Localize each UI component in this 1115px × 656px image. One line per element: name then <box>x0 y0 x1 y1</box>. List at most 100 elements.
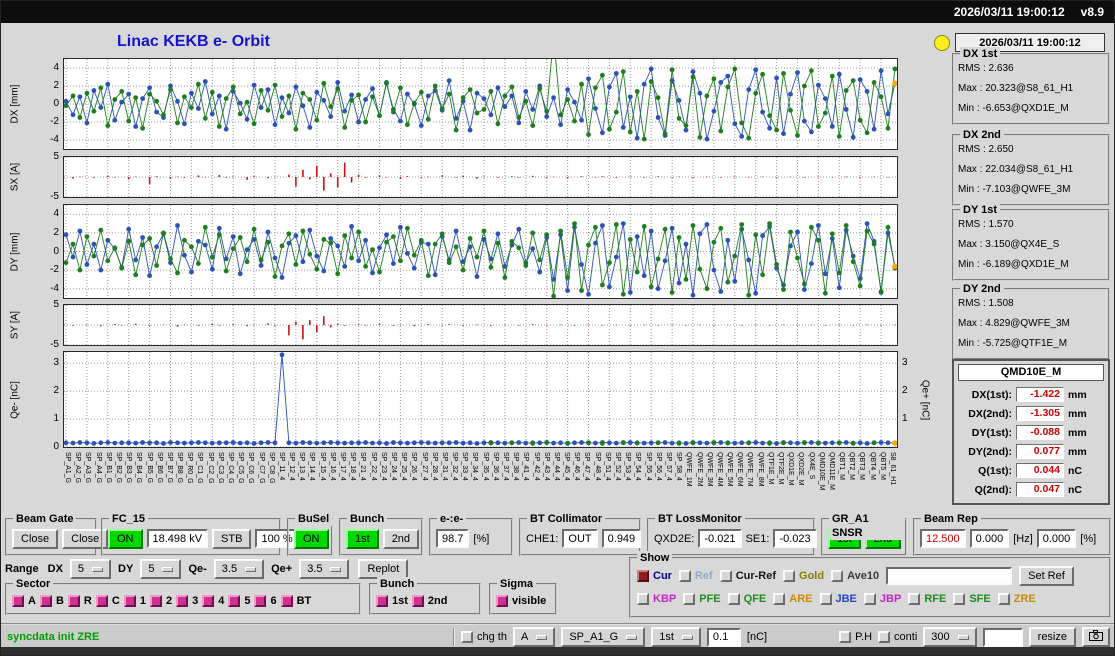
y-tick-label: -4 <box>50 282 59 294</box>
y-tick-label: -5 <box>50 339 59 350</box>
range-qe-select[interactable]: 3.5 <box>213 559 265 579</box>
sector-checkbox-r[interactable] <box>67 594 80 607</box>
beam-gate-close-button-1[interactable]: Close <box>12 528 59 549</box>
beam-rep-set-value: 12.500 <box>920 529 966 548</box>
show-checkbox-kbp[interactable] <box>637 593 649 605</box>
count-select[interactable]: 300 <box>923 627 977 647</box>
sector-checkbox-4[interactable] <box>202 594 215 607</box>
show-checkbox-rfe[interactable] <box>908 593 921 605</box>
show-option-jbe: JBE <box>819 593 857 605</box>
group-sector: Sector A B R C 1 2 3 4 5 6 BT <box>5 577 361 615</box>
show-option-zre: ZRE <box>997 593 1036 605</box>
range-dy-label: DY <box>118 563 134 575</box>
bunch-select[interactable]: 1st <box>651 627 701 647</box>
fc15-on-button[interactable]: ON <box>108 528 143 549</box>
sector-label: 3 <box>192 594 199 607</box>
show-checkbox-cur[interactable] <box>637 570 649 582</box>
x-axis-label: SP_54_4 <box>634 452 642 481</box>
monitor-row-label: Q(1st): <box>978 464 1012 477</box>
ph-checkbox[interactable] <box>839 631 852 643</box>
range-qe-select[interactable]: 3.5 <box>299 559 350 579</box>
show-option-ave10: Ave10 <box>831 570 879 582</box>
chart-sx-plot <box>63 156 898 198</box>
sector-checkbox-bt[interactable] <box>280 594 293 607</box>
show-checkbox-qfe[interactable] <box>727 593 740 605</box>
stat-group-dx-1st: DX 1st RMS : 2.636 Max : 20.323@S8_61_H1 Mi… <box>952 47 1110 125</box>
x-axis-label: SP_B1_G <box>104 452 112 484</box>
sector-option-4: 4 <box>202 594 224 607</box>
range-dx-select[interactable]: 5 <box>69 559 112 579</box>
threshold-input[interactable]: 0.1 <box>706 627 741 647</box>
monitor-row-label: DY(2nd): <box>968 445 1012 458</box>
show-checkbox-zre[interactable] <box>997 593 1010 605</box>
busel-on-button[interactable]: ON <box>294 528 329 549</box>
x-axis-label: SP_33_4 <box>461 452 469 481</box>
sector-checkbox-3[interactable] <box>176 594 189 607</box>
range-dy-select[interactable]: 5 <box>140 559 182 579</box>
mode-select[interactable]: A <box>512 627 556 647</box>
range-qe-label: Qe- <box>188 563 207 575</box>
x-axis-label: SP_B8_G <box>176 452 183 484</box>
chart-dx: DX [mm] 4 2 0 -2 -4 <box>1 58 951 150</box>
blank-input[interactable] <box>982 627 1023 647</box>
show-label: Ave10 <box>847 570 880 582</box>
sigma-checkbox-visible[interactable] <box>496 594 508 607</box>
show-checkbox-jbe[interactable] <box>819 593 832 605</box>
monitor-row-unit: nC <box>1068 483 1082 496</box>
group-legend: Beam Rep <box>921 512 981 526</box>
sector-items: A B R C 1 2 3 4 5 6 BT <box>7 585 359 613</box>
fc15-stb-button[interactable]: STB <box>212 528 252 549</box>
bunch-1st-button[interactable]: 1st <box>346 528 379 549</box>
x-axis-label: QBT2_M <box>848 452 856 481</box>
x-axis-label: SP_B2_G <box>114 452 122 484</box>
app-window: 2026/03/11 19:00:12 v8.9 Linac KEKB e- O… <box>0 0 1115 656</box>
x-axis-label: SP_52_4 <box>614 452 621 481</box>
show-checkbox-pfe[interactable] <box>683 593 696 605</box>
show-checkbox-are[interactable] <box>773 593 786 605</box>
x-axis-label: SP_47_4 <box>583 452 591 481</box>
chart-sy-plot <box>63 304 898 346</box>
x-axis-label: SP_26_4 <box>410 452 418 481</box>
group-busel: BuSel ON <box>287 512 333 556</box>
stat-group-title: DX 2nd <box>960 128 1004 142</box>
y-tick-label: 5 <box>53 151 59 162</box>
x-axis-label: SP_13_4 <box>298 452 306 481</box>
conti-checkbox[interactable] <box>878 631 891 643</box>
x-axis-label: QTF2E_M <box>777 452 784 485</box>
chg-th-checkbox[interactable] <box>461 631 473 643</box>
monitor-row-label: DX(2nd): <box>968 407 1012 420</box>
monitor-row-value: -1.422 <box>1016 387 1064 402</box>
element-select[interactable]: SP_A1_G <box>561 627 646 647</box>
show-checkbox-sfe[interactable] <box>953 593 966 605</box>
resize-button[interactable]: resize <box>1028 627 1076 647</box>
sector-checkbox-6[interactable] <box>254 594 267 607</box>
replot-button[interactable]: Replot <box>358 559 409 579</box>
stat-row: Min : -7.103@QWFE_3M <box>958 184 1071 195</box>
show-checkbox-cur-ref[interactable] <box>719 570 732 582</box>
show-option-kbp: KBP <box>637 593 676 605</box>
x-axis-label: SP_36_4 <box>491 452 499 481</box>
chart-dx-y-axis-label: DX [mm] <box>9 84 21 124</box>
set-ref-button[interactable]: Set Ref <box>1019 566 1074 586</box>
status-mid-controls: chg th A SP_A1_G 1st 0.1 [nC] <box>453 625 767 649</box>
sector-checkbox-5[interactable] <box>228 594 241 607</box>
sector-checkbox-a[interactable] <box>12 594 24 607</box>
show-checkbox-ref[interactable] <box>678 570 691 582</box>
ref-input[interactable] <box>886 567 1013 585</box>
snapshot-button[interactable] <box>1082 627 1110 647</box>
bunch-2nd-button[interactable]: 2nd <box>382 528 420 549</box>
sector-checkbox-1[interactable] <box>123 594 136 607</box>
sector-checkbox-2[interactable] <box>149 594 162 607</box>
x-axis-label: SP_B6_G <box>155 452 163 484</box>
monitor-row: Q(2nd): 0.047 nC <box>958 480 1104 499</box>
stat-row: Max : 4.829@QWFE_3M <box>958 318 1070 329</box>
show-option-rfe: RFE <box>908 593 946 605</box>
show-checkbox-ave10[interactable] <box>831 570 844 582</box>
bunch-checkbox-1st[interactable] <box>376 594 388 607</box>
show-checkbox-gold[interactable] <box>783 570 796 582</box>
bunch-checkbox-2nd[interactable] <box>411 594 424 607</box>
x-axis-label: SP_58_4 <box>675 452 683 481</box>
sector-checkbox-b[interactable] <box>39 594 52 607</box>
show-checkbox-jbp[interactable] <box>863 593 876 605</box>
sector-checkbox-c[interactable] <box>95 594 108 607</box>
